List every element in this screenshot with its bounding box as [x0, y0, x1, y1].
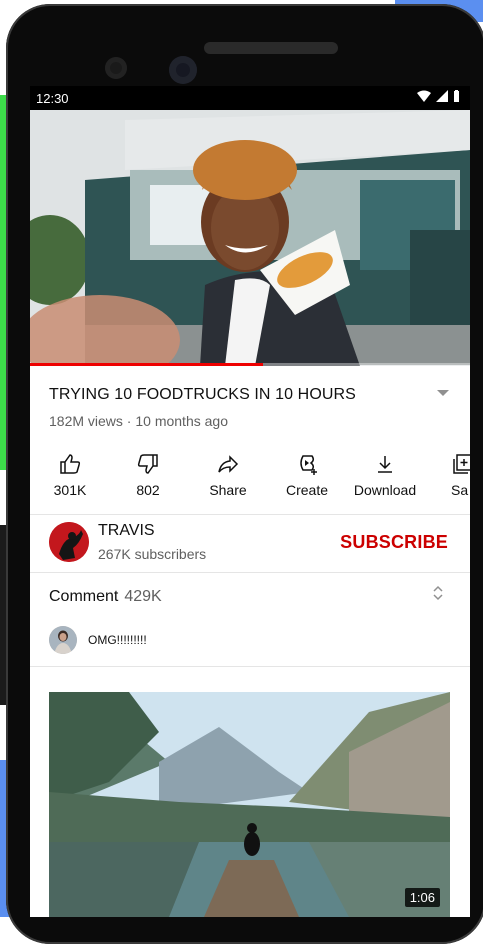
channel-avatar[interactable]	[49, 522, 89, 562]
share-button[interactable]: Share	[193, 452, 263, 498]
video-player[interactable]	[30, 110, 470, 366]
download-button[interactable]: Download	[350, 452, 420, 498]
phone-screen: 12:30 TRYING 10 FOODTRUCKS IN 10 HOURS 1…	[30, 86, 470, 917]
status-bar: 12:30	[30, 86, 470, 110]
next-video-thumbnail-image	[49, 692, 450, 917]
comment-text: OMG!!!!!!!!!	[88, 633, 147, 647]
thumb-up-icon	[60, 454, 81, 474]
video-frame-image	[30, 110, 470, 366]
video-duration-badge: 1:06	[404, 888, 440, 907]
wifi-icon	[417, 90, 431, 102]
video-info: TRYING 10 FOODTRUCKS IN 10 HOURS 182M vi…	[49, 386, 449, 429]
channel-row[interactable]: TRAVIS 267K subscribers SUBSCRIBE	[30, 514, 470, 572]
phone-speaker	[204, 42, 338, 54]
commenter-avatar-image	[49, 626, 77, 654]
signal-icon	[436, 90, 448, 102]
dislike-button[interactable]: 802	[113, 452, 183, 498]
video-meta: 182M views · 10 months ago	[49, 413, 228, 429]
phone-sensor	[105, 57, 127, 79]
download-icon	[378, 456, 392, 473]
status-icons	[417, 90, 460, 102]
expand-description-icon[interactable]	[437, 390, 449, 396]
action-bar: 301K 802 Share Create Download Sa	[30, 452, 470, 512]
share-label: Share	[209, 482, 247, 498]
save-button[interactable]: Sa	[435, 452, 470, 498]
save-label: Sa	[451, 482, 469, 498]
comments-count: 429K	[124, 588, 162, 605]
divider	[30, 666, 470, 667]
commenter-avatar	[49, 626, 77, 654]
divider	[30, 572, 470, 573]
comments-section[interactable]: Comment 429K OMG!!!!!!!!!	[30, 574, 470, 666]
video-progress-fill	[30, 363, 264, 366]
subscriber-count: 267K subscribers	[98, 546, 207, 562]
phone-camera	[169, 56, 197, 84]
like-button[interactable]: 301K	[35, 452, 105, 498]
create-button[interactable]: Create	[272, 452, 342, 498]
subscribe-button[interactable]: SUBSCRIBE	[340, 532, 448, 553]
save-icon	[453, 454, 470, 474]
dislike-count: 802	[136, 482, 160, 498]
share-icon	[218, 455, 239, 473]
create-label: Create	[285, 482, 329, 498]
download-label: Download	[353, 482, 417, 498]
like-count: 301K	[53, 482, 87, 498]
comments-header: Comment 429K	[49, 588, 162, 606]
channel-name[interactable]: TRAVIS	[98, 522, 155, 540]
create-icon	[300, 455, 317, 475]
comments-label: Comment	[49, 588, 119, 605]
video-title: TRYING 10 FOODTRUCKS IN 10 HOURS	[49, 386, 356, 403]
battery-icon	[454, 90, 459, 102]
status-time: 12:30	[36, 91, 69, 106]
thumb-down-icon	[137, 454, 158, 474]
expand-comments-icon[interactable]	[432, 584, 444, 602]
next-video-thumbnail[interactable]: 1:06	[49, 692, 450, 917]
channel-avatar-image	[49, 522, 89, 562]
